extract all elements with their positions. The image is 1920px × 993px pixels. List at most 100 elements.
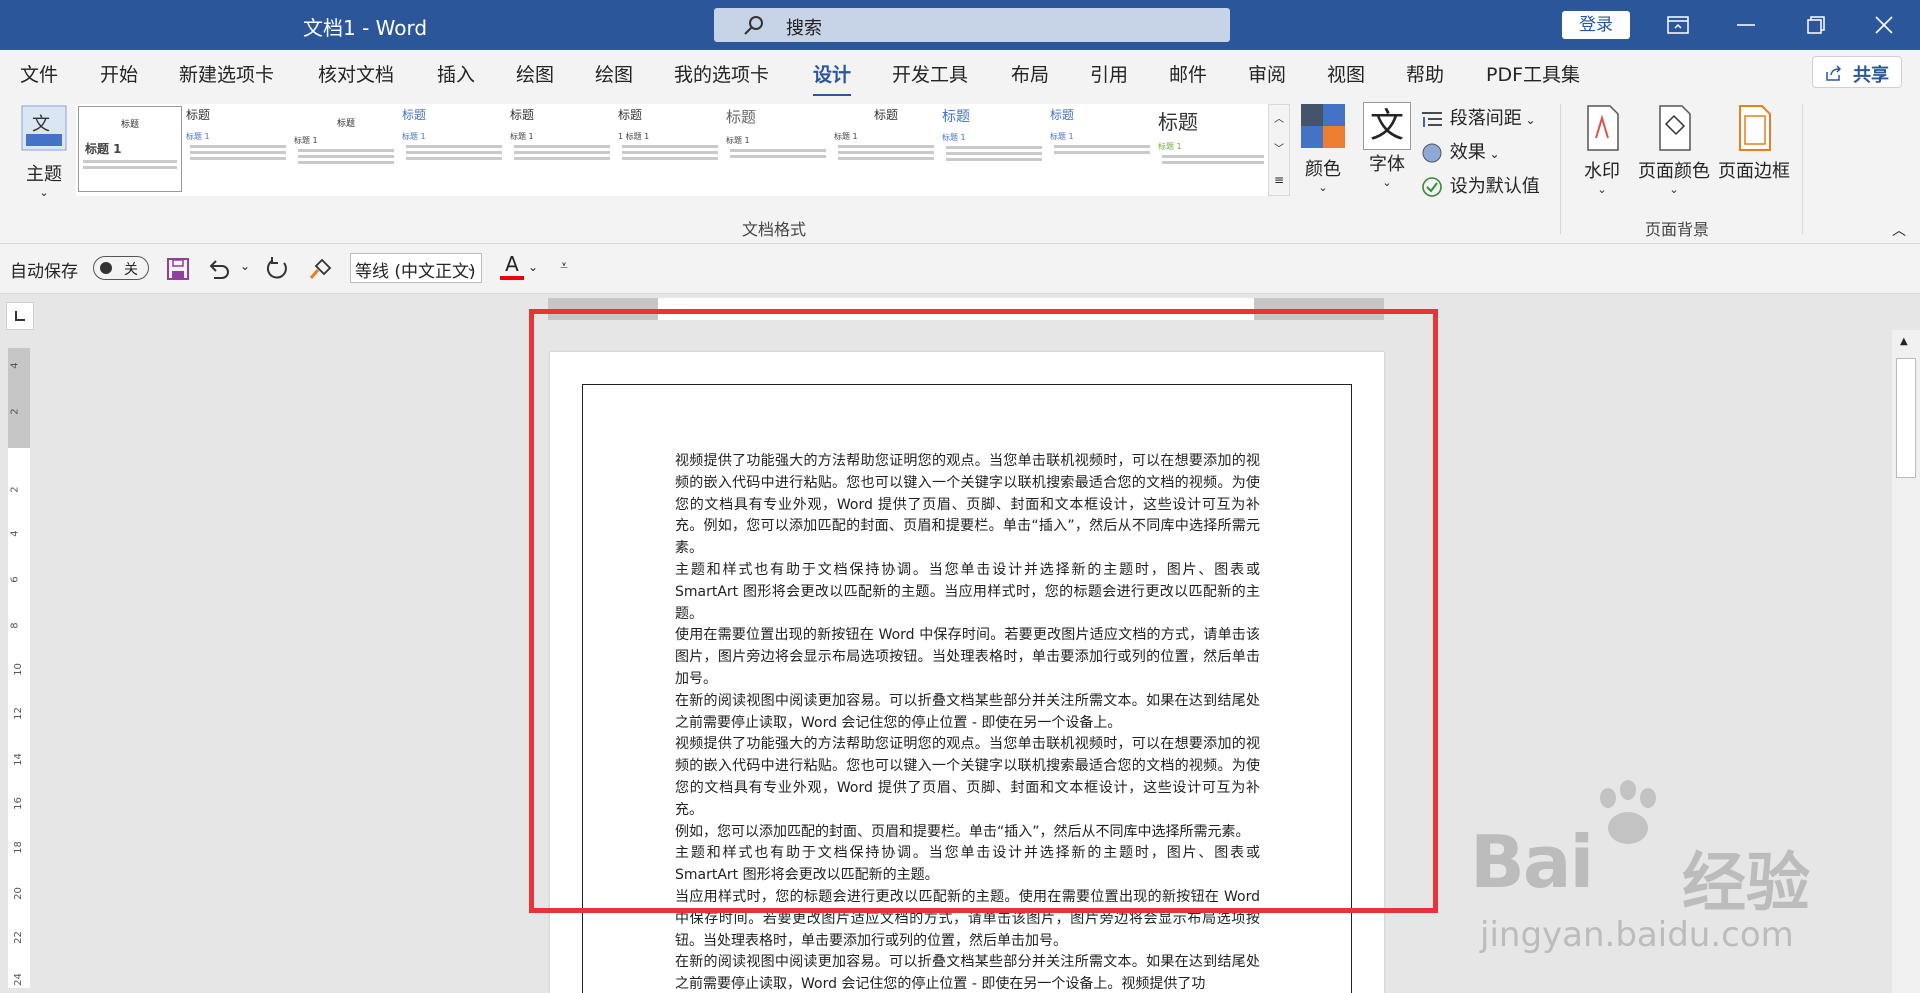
undo-icon[interactable]: [206, 256, 232, 282]
tab-help[interactable]: 帮助: [1406, 60, 1444, 87]
ribbon-separator: [1560, 104, 1561, 234]
paragraph-spacing-icon: [1422, 112, 1442, 127]
watermark-cn: 经验: [1682, 847, 1810, 921]
restore-icon[interactable]: [1786, 0, 1846, 50]
chevron-down-icon[interactable]: ⌄: [240, 259, 250, 273]
share-label: 共享: [1853, 65, 1889, 86]
style-set-item[interactable]: 标题 标题 1: [726, 106, 830, 192]
colors-icon: [1301, 104, 1345, 148]
baidu-watermark: Bai 经验 jingyan.baidu.com: [1470, 780, 1910, 960]
set-default-button[interactable]: 设为默认值: [1420, 172, 1540, 198]
paragraph-spacing-label: 段落间距: [1449, 108, 1522, 129]
style-set-item[interactable]: 标题 标题 1: [78, 106, 182, 192]
scroll-up-icon[interactable]: ▲: [1900, 336, 1908, 347]
watermark-logo: Bai: [1470, 820, 1594, 904]
tab-selector[interactable]: [6, 302, 34, 330]
tab-home[interactable]: 开始: [100, 60, 138, 87]
style-set-item[interactable]: 标题 标题 1: [294, 106, 398, 192]
colors-button[interactable]: 颜色 ⌄: [1296, 102, 1350, 194]
highlight-box: [529, 309, 1438, 913]
ribbon-design: 文 主题 ⌄ 标题 标题 1 标题 标题 1 标题 标题 1 标题 标题 1 标题 标题…: [0, 96, 1920, 244]
window-title: 文档1 - Word: [303, 16, 428, 40]
share-button[interactable]: 共享: [1812, 56, 1902, 88]
tab-insert[interactable]: 插入: [437, 60, 475, 87]
signin-button[interactable]: 登录: [1562, 11, 1630, 39]
tab-draw-1[interactable]: 绘图: [516, 60, 554, 87]
tab-draw-2[interactable]: 绘图: [595, 60, 633, 87]
page-borders-label: 页面边框: [1718, 161, 1790, 182]
effects-label: 效果: [1449, 142, 1486, 163]
save-icon[interactable]: [166, 257, 190, 281]
watermark-button[interactable]: 水印 ⌄: [1574, 104, 1630, 196]
tab-layout[interactable]: 布局: [1011, 60, 1049, 87]
watermark-label: 水印: [1584, 161, 1620, 182]
page-color-label: 页面颜色: [1638, 161, 1710, 182]
tab-developer[interactable]: 开发工具: [892, 60, 968, 87]
search-label: 搜索: [786, 18, 822, 39]
paragraph-spacing-button[interactable]: 段落间距 ⌄: [1420, 104, 1536, 130]
effects-icon: [1422, 143, 1442, 163]
tab-file[interactable]: 文件: [20, 60, 58, 87]
tab-references[interactable]: 引用: [1090, 60, 1128, 87]
style-set-item[interactable]: 标题 标题 1: [510, 106, 614, 192]
set-default-label: 设为默认值: [1449, 176, 1540, 197]
fonts-button[interactable]: 文 字体 ⌄: [1360, 102, 1414, 189]
chevron-down-icon: ⌄: [39, 186, 49, 199]
collapse-ribbon-icon[interactable]: ︿: [1892, 220, 1906, 240]
page-color-button[interactable]: 页面颜色 ⌄: [1636, 104, 1712, 196]
title-bar: 文档1 - Word 搜索 登录: [0, 0, 1920, 50]
gallery-scroll[interactable]: ︿ ﹀ ≡: [1268, 104, 1290, 196]
font-name-box[interactable]: 等线 (中文正文): [350, 253, 482, 283]
chevron-down-icon: ⌄: [1669, 183, 1679, 196]
close-icon[interactable]: [1854, 0, 1914, 50]
search-icon: [744, 16, 763, 35]
vertical-ruler[interactable]: 4 2 2 4 6 8 10 12 14 16 18 20 22 24: [8, 348, 30, 988]
style-set-item[interactable]: 标题 标题 1: [1050, 106, 1154, 192]
themes-button[interactable]: 文 主题 ⌄: [14, 104, 74, 214]
chevron-up-icon[interactable]: ︿: [1269, 105, 1289, 135]
autosave-label: 自动保存: [10, 262, 78, 282]
style-set-item[interactable]: 标题 1 标题 1: [618, 106, 722, 192]
tab-my-tab[interactable]: 我的选项卡: [674, 60, 769, 87]
ribbon-display-options-icon[interactable]: [1648, 0, 1708, 50]
redo-icon[interactable]: [264, 256, 290, 282]
paragraph[interactable]: 在新的阅读视图中阅读更加容易。可以折叠文档某些部分并关注所需文本。如果在达到结尾…: [675, 952, 1260, 993]
group-label-page-background: 页面背景: [1645, 220, 1710, 239]
font-color-button[interactable]: A: [500, 252, 524, 284]
quick-access-toolbar: 自动保存 关 ⌄ 等线 (中文正文) ⌄ A ⌄ ⩡: [0, 244, 1920, 294]
style-set-item[interactable]: 标题 标题 1: [1158, 106, 1268, 192]
autosave-toggle[interactable]: 关: [93, 256, 149, 280]
tab-mailings[interactable]: 邮件: [1169, 60, 1207, 87]
watermark-icon: [1587, 105, 1619, 151]
style-set-item[interactable]: 标题 标题 1: [834, 106, 938, 192]
style-set-item[interactable]: 标题 标题 1: [402, 106, 506, 192]
style-set-item[interactable]: 标题 标题 1: [942, 106, 1046, 192]
scroll-thumb[interactable]: [1896, 358, 1916, 478]
minimize-icon[interactable]: [1716, 0, 1776, 50]
style-set-gallery: 标题 标题 1 标题 标题 1 标题 标题 1 标题 标题 1 标题 标题 1 标题 1 …: [76, 104, 1290, 196]
chevron-down-icon: ⌄: [1318, 181, 1328, 194]
page-borders-button[interactable]: 页面边框: [1716, 104, 1792, 183]
font-name-value: 等线 (中文正文): [355, 262, 476, 282]
word-window: 文档1 - Word 搜索 登录 文件 开始 新建选项卡 核对文档 插入 绘图 …: [0, 0, 1920, 993]
format-painter-icon[interactable]: [308, 256, 334, 282]
watermark-url: jingyan.baidu.com: [1480, 915, 1794, 955]
fonts-icon: 文: [1363, 102, 1411, 150]
chevron-down-icon[interactable]: ⌄: [528, 260, 538, 274]
effects-button[interactable]: 效果 ⌄: [1420, 138, 1500, 164]
font-color-icon: A: [505, 252, 519, 276]
tab-pdf-tools[interactable]: PDF工具集: [1486, 60, 1580, 87]
tab-view[interactable]: 视图: [1327, 60, 1365, 87]
tab-review[interactable]: 审阅: [1248, 60, 1286, 87]
chevron-down-icon[interactable]: ⌄: [466, 260, 476, 274]
style-set-item[interactable]: 标题 标题 1: [186, 106, 290, 192]
ribbon-separator: [1802, 104, 1803, 234]
tab-proofread[interactable]: 核对文档: [318, 60, 394, 87]
chevron-down-icon[interactable]: ﹀: [1269, 135, 1289, 165]
gallery-more-icon[interactable]: ≡: [1269, 165, 1289, 195]
tab-new[interactable]: 新建选项卡: [179, 60, 274, 87]
search-box[interactable]: 搜索: [714, 8, 1230, 42]
group-label-doc-format: 文档格式: [742, 220, 807, 239]
customize-qat-icon[interactable]: ⩡: [560, 258, 568, 274]
tab-design[interactable]: 设计: [813, 60, 852, 97]
